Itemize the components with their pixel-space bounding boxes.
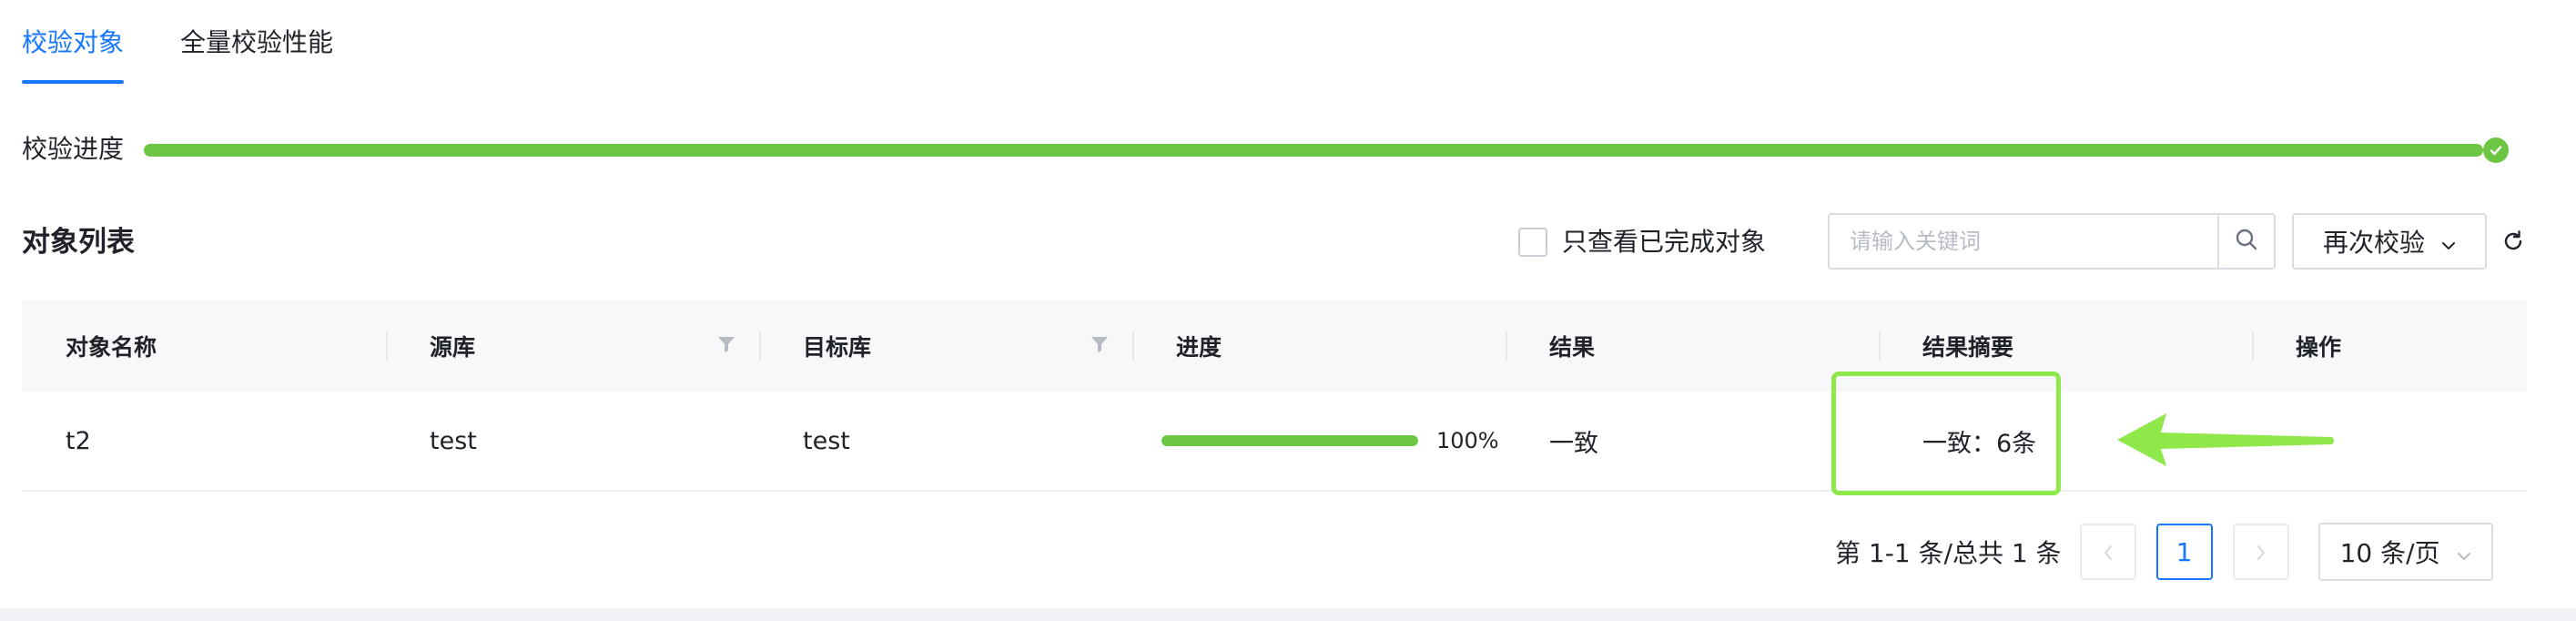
check-circle-icon (2483, 137, 2509, 163)
pagination: 第 1-1 条/总共 1 条 1 10 条/页 (1835, 523, 2493, 581)
column-header-name: 对象名称 (66, 334, 157, 361)
row-progress-fill (1161, 435, 1418, 446)
overall-progress-track (144, 144, 2483, 157)
table-header: 对象名称 源库 目标库 进度 结果 结果摘要 操作 (22, 300, 2527, 392)
bottom-divider (0, 608, 2576, 621)
column-header-summary: 结果摘要 (1879, 300, 2252, 392)
recheck-dropdown-button[interactable]: 再次校验 (2292, 213, 2487, 270)
cell-result: 一致 (1549, 429, 1598, 458)
page-button-current[interactable]: 1 (2155, 524, 2213, 580)
search-icon (2234, 227, 2259, 256)
overall-progress-fill (144, 144, 2483, 157)
chevron-left-icon (2103, 537, 2114, 567)
row-progress-text: 100% (1436, 428, 1499, 453)
page-size-select[interactable]: 10 条/页 (2317, 523, 2493, 581)
overall-progress: 校验进度 (22, 127, 2509, 173)
annotation-arrow-icon (2117, 413, 2334, 466)
search-input[interactable] (1830, 215, 2217, 268)
recheck-button-label: 再次校验 (2322, 228, 2425, 258)
object-list-title: 对象列表 (22, 226, 135, 259)
cell-target-db: test (803, 426, 850, 455)
row-progress-track (1161, 435, 1418, 446)
column-header-target-db: 目标库 (759, 300, 1132, 392)
next-page-button[interactable] (2232, 524, 2289, 580)
chevron-down-icon (2425, 227, 2456, 257)
filter-icon[interactable] (1089, 333, 1111, 361)
column-header-target-db-label: 目标库 (803, 334, 872, 361)
cell-source-db: test (430, 426, 477, 455)
column-header-progress: 进度 (1132, 300, 1506, 392)
refresh-icon[interactable] (2500, 228, 2527, 255)
search-button[interactable] (2217, 215, 2274, 268)
tab-check-objects[interactable]: 校验对象 (22, 0, 125, 86)
cell-progress: 100% (1132, 392, 1506, 490)
column-header-result: 结果 (1506, 300, 1879, 392)
completed-only-label: 只查看已完成对象 (1562, 227, 1767, 257)
tab-full-check-performance[interactable]: 全量校验性能 (180, 0, 333, 86)
filter-icon[interactable] (715, 333, 737, 361)
tabs: 校验对象 全量校验性能 (22, 0, 390, 86)
chevron-down-icon (2440, 537, 2471, 567)
column-header-source-db-label: 源库 (430, 334, 476, 361)
prev-page-button[interactable] (2079, 524, 2136, 580)
chevron-right-icon (2256, 537, 2267, 567)
cell-object-name: t2 (66, 426, 91, 455)
search-box (1828, 213, 2276, 270)
page-size-label: 10 条/页 (2339, 538, 2440, 568)
column-header-source-db: 源库 (386, 300, 759, 392)
column-header-actions: 操作 (2252, 300, 2527, 392)
page: 校验对象 全量校验性能 校验进度 对象列表 只查看已完成对象 再次校验 (0, 0, 2576, 621)
pagination-total: 第 1-1 条/总共 1 条 (1835, 538, 2062, 568)
completed-only-filter[interactable]: 只查看已完成对象 (1518, 226, 1766, 259)
overall-progress-label: 校验进度 (22, 134, 125, 164)
completed-only-checkbox[interactable] (1518, 228, 1547, 257)
